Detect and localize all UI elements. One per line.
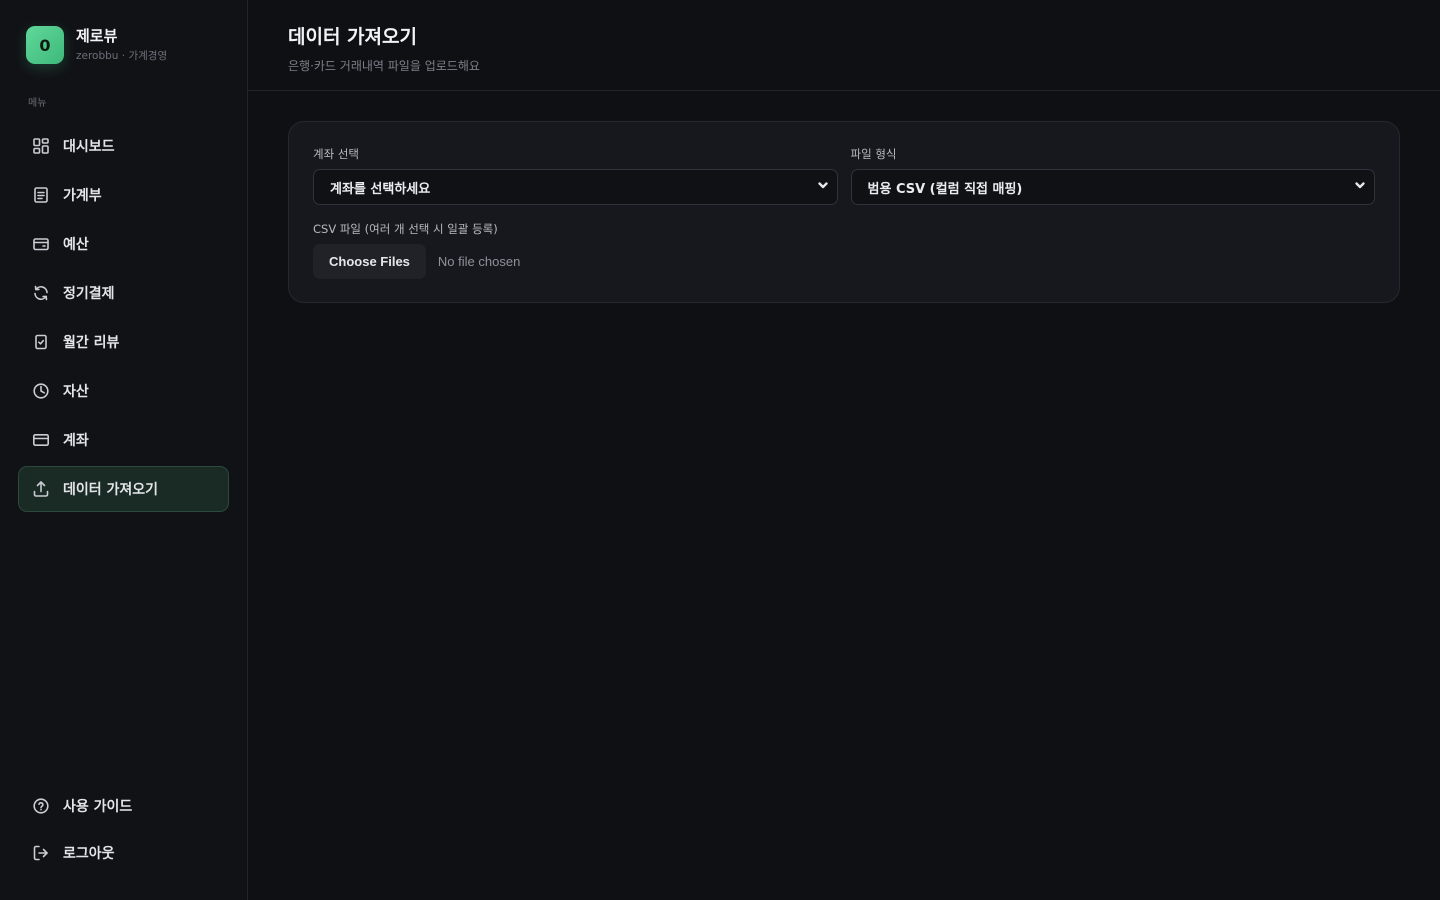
- sidebar-item-label: 계좌: [63, 433, 89, 449]
- sidebar-item-label: 월간 리뷰: [63, 335, 120, 351]
- help-circle-icon: [32, 797, 50, 815]
- logout-icon: [32, 844, 50, 862]
- brand-text: 제로뷰 zerobbu · 가계경영: [76, 27, 167, 63]
- credit-card-icon: [32, 431, 50, 449]
- brand-name: 제로뷰: [76, 27, 118, 45]
- format-select-value: 범용 CSV (컬럼 직접 매핑): [867, 181, 1023, 197]
- app-root: 0 제로뷰 zerobbu · 가계경영 메뉴 대시보드 가계부 예산 정기결제…: [0, 0, 1440, 900]
- main-area: 데이터 가져오기 은행·카드 거래내역 파일을 업로드해요 계좌 선택 계좌를 …: [248, 0, 1440, 900]
- refresh-icon: [32, 284, 50, 302]
- chevron-down-icon: [1354, 179, 1366, 195]
- sidebar-item-label: 사용 가이드: [63, 799, 133, 815]
- sidebar-item-subscriptions[interactable]: 정기결제: [18, 270, 229, 316]
- brand[interactable]: 0 제로뷰 zerobbu · 가계경영: [18, 0, 229, 90]
- chevron-down-icon: [817, 179, 829, 195]
- sidebar-item-label: 자산: [63, 384, 89, 400]
- page-header: 데이터 가져오기 은행·카드 거래내역 파일을 업로드해요: [248, 0, 1440, 91]
- sidebar: 0 제로뷰 zerobbu · 가계경영 메뉴 대시보드 가계부 예산 정기결제…: [0, 0, 248, 900]
- clipboard-check-icon: [32, 333, 50, 351]
- file-field: CSV 파일 (여러 개 선택 시 일괄 등록) Choose Files No…: [313, 221, 1375, 279]
- page-content: 계좌 선택 계좌를 선택하세요 파일 형식 범용 CSV (컬럼 직접 매핑): [248, 91, 1440, 333]
- sidebar-item-ledger[interactable]: 가계부: [18, 172, 229, 218]
- import-form-card: 계좌 선택 계좌를 선택하세요 파일 형식 범용 CSV (컬럼 직접 매핑): [288, 121, 1400, 303]
- sidebar-item-label: 로그아웃: [63, 846, 115, 862]
- form-row: 계좌 선택 계좌를 선택하세요 파일 형식 범용 CSV (컬럼 직접 매핑): [313, 146, 1375, 205]
- page-subtitle: 은행·카드 거래내역 파일을 업로드해요: [288, 59, 480, 73]
- sidebar-item-data-import[interactable]: 데이터 가져오기: [18, 466, 229, 512]
- sidebar-item-label: 대시보드: [63, 139, 115, 155]
- page-title: 데이터 가져오기: [288, 26, 417, 48]
- account-field: 계좌 선택 계좌를 선택하세요: [313, 146, 838, 205]
- grid-icon: [32, 137, 50, 155]
- file-input: Choose Files No file chosen: [313, 244, 1375, 279]
- sidebar-item-label: 데이터 가져오기: [63, 482, 159, 498]
- sidebar-item-dashboard[interactable]: 대시보드: [18, 123, 229, 169]
- sidebar-item-label: 예산: [63, 237, 89, 253]
- wallet-icon: [32, 235, 50, 253]
- sidebar-item-assets[interactable]: 자산: [18, 368, 229, 414]
- brand-subtitle: zerobbu · 가계경영: [76, 50, 168, 62]
- document-icon: [32, 186, 50, 204]
- sidebar-item-label: 정기결제: [63, 286, 115, 302]
- sidebar-item-budget[interactable]: 예산: [18, 221, 229, 267]
- sidebar-item-logout[interactable]: 로그아웃: [18, 830, 229, 876]
- format-select-label: 파일 형식: [850, 147, 897, 161]
- brand-logo: 0: [26, 26, 64, 64]
- account-select-value: 계좌를 선택하세요: [330, 181, 431, 197]
- sidebar-item-guide[interactable]: 사용 가이드: [18, 783, 229, 829]
- account-select[interactable]: 계좌를 선택하세요: [313, 169, 838, 205]
- choose-files-button[interactable]: Choose Files: [313, 244, 426, 279]
- sidebar-item-accounts[interactable]: 계좌: [18, 417, 229, 463]
- sidebar-bottom: 사용 가이드 로그아웃: [18, 783, 229, 876]
- file-status: No file chosen: [437, 254, 521, 269]
- format-field: 파일 형식 범용 CSV (컬럼 직접 매핑): [850, 146, 1375, 205]
- format-select[interactable]: 범용 CSV (컬럼 직접 매핑): [850, 169, 1375, 205]
- file-input-label: CSV 파일 (여러 개 선택 시 일괄 등록): [313, 222, 498, 236]
- sidebar-nav: 대시보드 가계부 예산 정기결제 월간 리뷰 자산 계좌 데이터 가져오기: [18, 123, 229, 512]
- pie-chart-icon: [32, 382, 50, 400]
- menu-label: 메뉴: [28, 98, 47, 109]
- upload-icon: [32, 480, 50, 498]
- sidebar-item-monthly-review[interactable]: 월간 리뷰: [18, 319, 229, 365]
- sidebar-item-label: 가계부: [63, 188, 102, 204]
- account-select-label: 계좌 선택: [313, 147, 359, 161]
